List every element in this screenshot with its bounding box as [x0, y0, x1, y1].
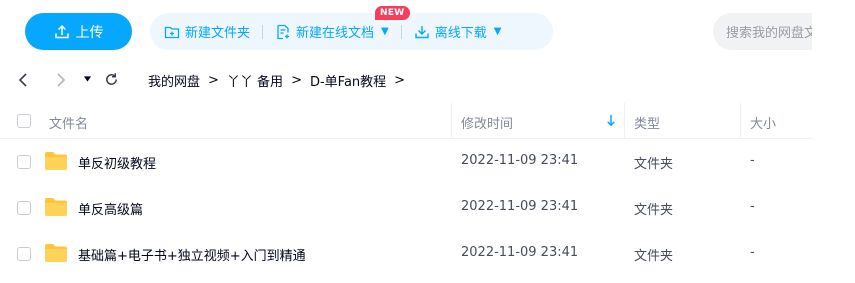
sort-down-icon[interactable] — [606, 114, 616, 131]
file-size: - — [750, 153, 755, 168]
new-folder-button[interactable]: 新建文件夹 — [164, 13, 250, 50]
upload-label: 上传 — [75, 24, 104, 41]
column-header-size[interactable]: 大小 — [750, 113, 776, 132]
upload-icon — [54, 24, 69, 38]
forward-icon[interactable] — [56, 72, 66, 88]
modified-time: 2022-11-09 23:41 — [461, 245, 579, 260]
breadcrumb: 我的网盘 > 丫丫 备用 > D-单Fan教程 > — [148, 71, 405, 90]
new-online-doc-label: 新建在线文档 — [296, 26, 375, 41]
file-type: 文件夹 — [634, 203, 674, 218]
action-group: 新建文件夹 新建在线文档 ▼ 离线下载 ▼ NEW — [150, 6, 553, 50]
column-divider — [624, 103, 625, 139]
new-folder-label: 新建文件夹 — [185, 26, 251, 41]
file-name[interactable]: 单反初级教程 — [78, 153, 156, 172]
folder-icon — [44, 197, 68, 217]
back-icon[interactable] — [18, 72, 28, 88]
file-name[interactable]: 单反高级篇 — [78, 199, 143, 218]
divider — [400, 24, 402, 39]
select-all-checkbox[interactable] — [17, 114, 31, 128]
row-checkbox[interactable] — [17, 247, 31, 261]
chevron-down-icon: ▼ — [381, 26, 389, 37]
download-icon — [415, 25, 429, 38]
breadcrumb-item-backup[interactable]: 丫丫 备用 — [227, 71, 283, 90]
column-header-name[interactable]: 文件名 — [49, 113, 88, 132]
new-doc-icon — [277, 24, 290, 39]
modified-time: 2022-11-09 23:41 — [461, 153, 579, 168]
breadcrumb-item-current[interactable]: D-单Fan教程 — [310, 71, 386, 90]
table-header: 文件名 修改时间 类型 大小 — [0, 103, 812, 139]
offline-download-label: 离线下载 — [434, 26, 487, 41]
new-badge: NEW — [375, 6, 410, 20]
row-checkbox[interactable] — [17, 201, 31, 215]
dropdown-icon[interactable] — [84, 76, 91, 82]
offline-download-button[interactable]: 离线下载 ▼ — [414, 13, 502, 50]
column-header-type[interactable]: 类型 — [634, 113, 660, 132]
table-row[interactable]: 单反初级教程 2022-11-09 23:41 文件夹 - — [0, 139, 812, 185]
nav-bar: 我的网盘 > 丫丫 备用 > D-单Fan教程 > — [0, 64, 812, 96]
divider — [262, 24, 264, 39]
file-name[interactable]: 基础篇+电子书+独立视频+入门到精通 — [78, 245, 306, 264]
upload-button[interactable]: 上传 — [25, 13, 132, 50]
row-checkbox[interactable] — [17, 155, 31, 169]
breadcrumb-item-root[interactable]: 我的网盘 — [148, 71, 200, 90]
chevron-down-icon: ▼ — [493, 26, 502, 37]
modified-time: 2022-11-09 23:41 — [461, 199, 579, 214]
breadcrumb-separator: > — [394, 73, 406, 88]
column-divider — [451, 103, 452, 139]
new-folder-icon — [164, 26, 180, 38]
viewport-edge — [812, 0, 855, 283]
table-row[interactable]: 单反高级篇 2022-11-09 23:41 文件夹 - — [0, 185, 812, 231]
new-online-doc-button[interactable]: 新建在线文档 ▼ — [275, 13, 389, 50]
file-size: - — [750, 199, 755, 214]
breadcrumb-separator: > — [208, 73, 219, 88]
table-row[interactable]: 基础篇+电子书+独立视频+入门到精通 2022-11-09 23:41 文件夹 … — [0, 231, 812, 277]
folder-icon — [44, 151, 68, 171]
column-divider — [740, 103, 741, 139]
refresh-icon[interactable] — [104, 72, 119, 87]
file-type: 文件夹 — [634, 157, 674, 172]
column-header-modified[interactable]: 修改时间 — [461, 113, 513, 132]
folder-icon — [44, 243, 68, 263]
file-type: 文件夹 — [634, 249, 674, 264]
file-size: - — [750, 245, 755, 260]
toolbar: 上传 新建文件夹 新建在线文档 ▼ 离线下载 ▼ NEW 搜索我的网盘文件 — [0, 0, 853, 62]
breadcrumb-separator: > — [291, 73, 302, 88]
